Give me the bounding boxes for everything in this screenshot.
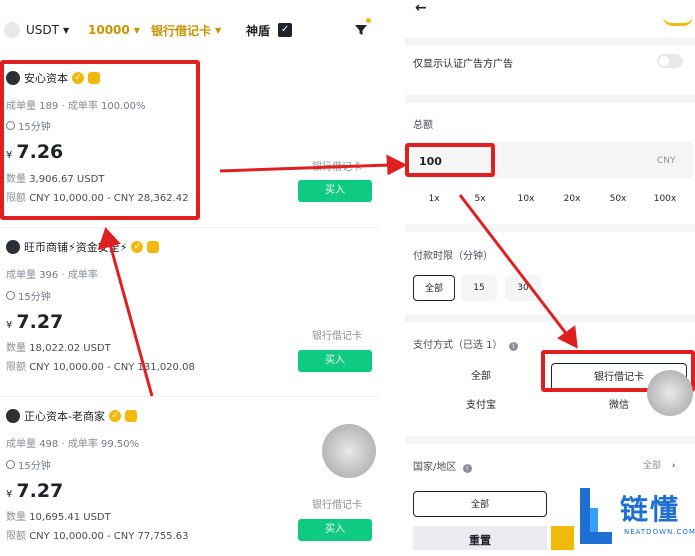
brand-name: 链懂 xyxy=(620,493,681,526)
arrow-head xyxy=(97,227,121,251)
brand-site: NEATDOWN.COM xyxy=(624,528,695,536)
arrow-to-amount xyxy=(219,163,391,173)
arrow-head xyxy=(386,154,408,176)
brand-logo-icon xyxy=(580,488,612,544)
watermark-logo: 链懂 NEATDOWN.COM xyxy=(574,484,695,550)
arrow-to-first-ad xyxy=(108,243,154,397)
annotation-arrows xyxy=(97,154,578,397)
arrow-to-payment xyxy=(458,194,570,337)
